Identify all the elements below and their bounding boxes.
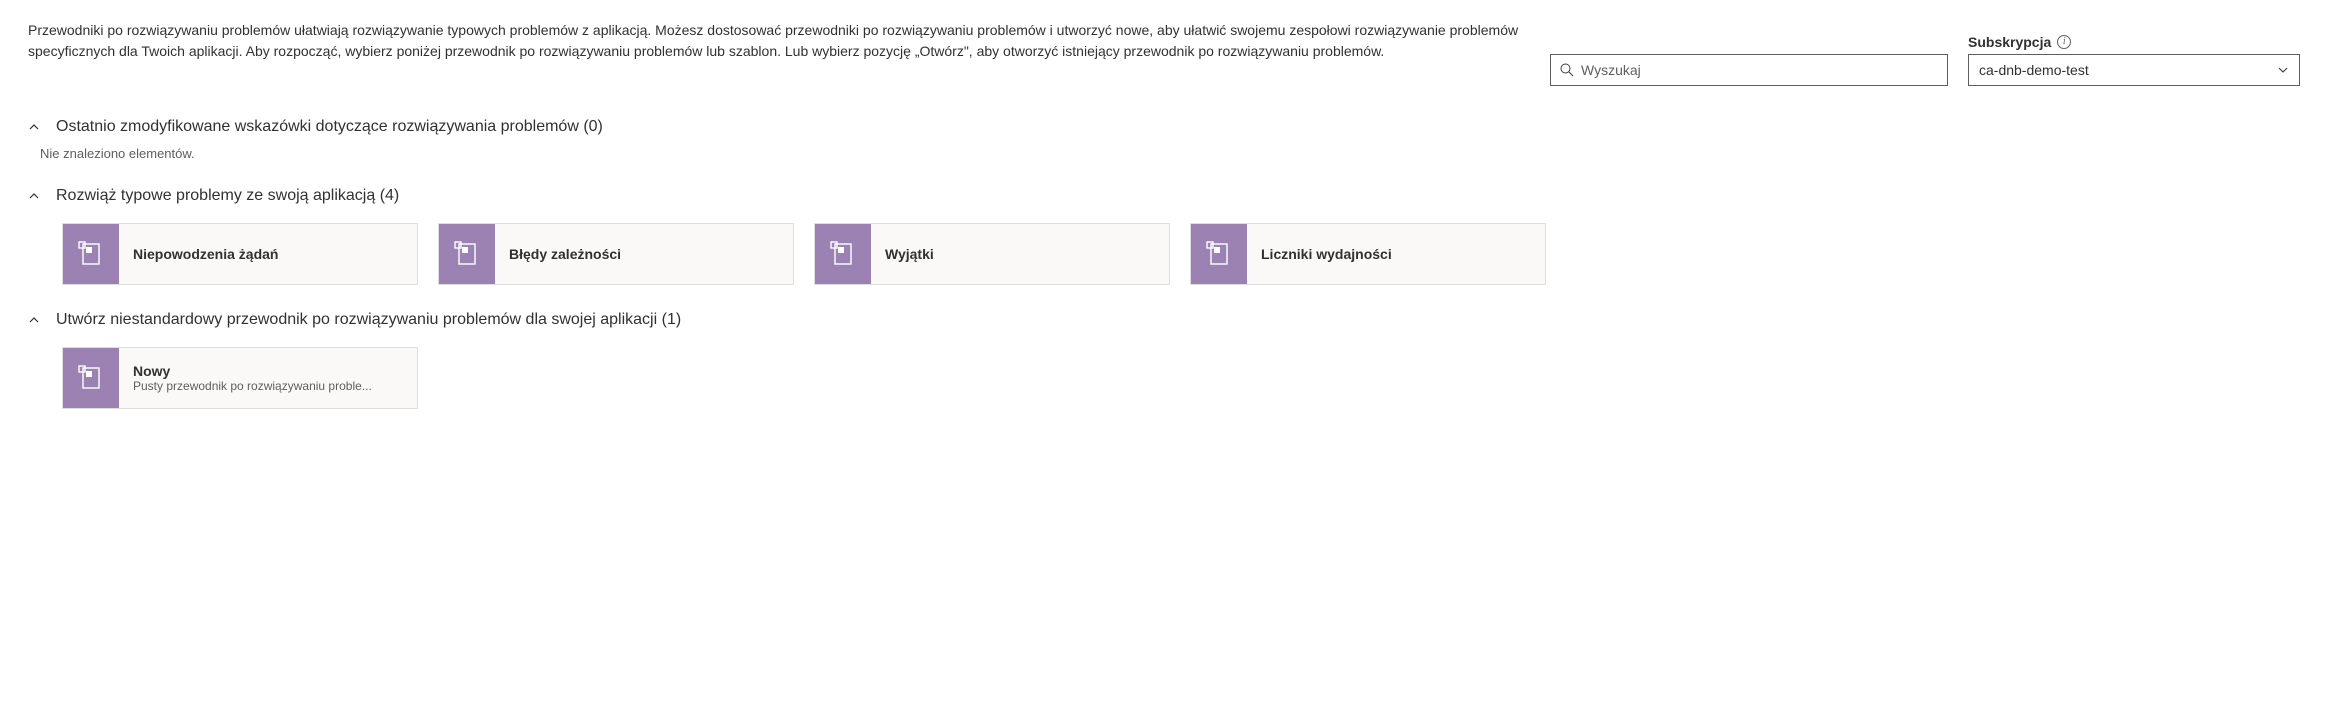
workbook-icon bbox=[1191, 224, 1247, 284]
section-title: Utwórz niestandardowy przewodnik po rozw… bbox=[56, 311, 681, 329]
card-title: Niepowodzenia żądań bbox=[133, 246, 278, 262]
workbook-icon bbox=[439, 224, 495, 284]
chevron-up-icon bbox=[28, 190, 40, 202]
search-input[interactable] bbox=[1581, 62, 1939, 78]
info-icon[interactable]: i bbox=[2057, 35, 2071, 49]
page-description: Przewodniki po rozwiązywaniu problemów u… bbox=[28, 20, 1578, 62]
section-header-common[interactable]: Rozwiąż typowe problemy ze swoją aplikac… bbox=[28, 183, 2300, 209]
card-dependency-errors[interactable]: Błędy zależności bbox=[438, 223, 794, 285]
subscription-label: Subskrypcja bbox=[1968, 34, 2051, 50]
card-performance-counters[interactable]: Liczniki wydajności bbox=[1190, 223, 1546, 285]
workbook-icon bbox=[815, 224, 871, 284]
subscription-dropdown[interactable]: ca-dnb-demo-test bbox=[1968, 54, 2300, 86]
section-header-custom[interactable]: Utwórz niestandardowy przewodnik po rozw… bbox=[28, 307, 2300, 333]
empty-message: Nie znaleziono elementów. bbox=[40, 146, 2300, 161]
chevron-up-icon bbox=[28, 121, 40, 133]
workbook-icon bbox=[63, 348, 119, 408]
card-new[interactable]: Nowy Pusty przewodnik po rozwiązywaniu p… bbox=[62, 347, 418, 409]
section-title: Rozwiąż typowe problemy ze swoją aplikac… bbox=[56, 187, 399, 205]
chevron-up-icon bbox=[28, 314, 40, 326]
card-title: Nowy bbox=[133, 363, 372, 379]
section-header-recent[interactable]: Ostatnio zmodyfikowane wskazówki dotyczą… bbox=[28, 114, 2300, 140]
search-icon bbox=[1559, 62, 1575, 78]
subscription-value: ca-dnb-demo-test bbox=[1979, 62, 2089, 78]
workbook-icon bbox=[63, 224, 119, 284]
card-request-failures[interactable]: Niepowodzenia żądań bbox=[62, 223, 418, 285]
chevron-down-icon bbox=[2277, 64, 2289, 76]
card-title: Wyjątki bbox=[885, 246, 934, 262]
search-box[interactable] bbox=[1550, 54, 1948, 86]
card-title: Liczniki wydajności bbox=[1261, 246, 1392, 262]
card-exceptions[interactable]: Wyjątki bbox=[814, 223, 1170, 285]
section-title: Ostatnio zmodyfikowane wskazówki dotyczą… bbox=[56, 118, 603, 136]
card-title: Błędy zależności bbox=[509, 246, 621, 262]
card-subtitle: Pusty przewodnik po rozwiązywaniu proble… bbox=[133, 379, 372, 393]
